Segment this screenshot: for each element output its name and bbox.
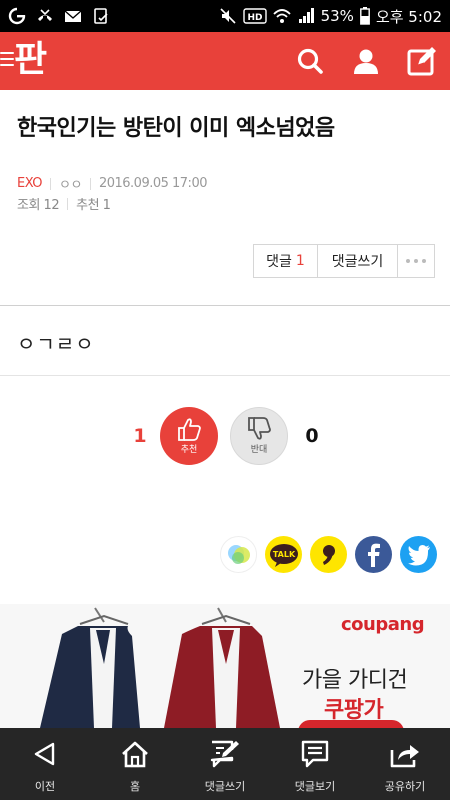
divider bbox=[50, 177, 52, 190]
battery-icon bbox=[360, 7, 370, 25]
share-kakaostory-button[interactable] bbox=[310, 536, 347, 573]
share-twitter-button[interactable] bbox=[400, 536, 437, 573]
more-icon bbox=[406, 259, 426, 263]
share-line-button[interactable] bbox=[220, 536, 257, 573]
home-icon bbox=[119, 738, 151, 770]
post-meta: EXO ㅇㅇ 2016.09.05 17:00 bbox=[17, 174, 207, 193]
status-bar: HD 53% 오후 5:02 bbox=[0, 0, 450, 32]
cardigan-image bbox=[40, 607, 280, 728]
downvote-label: 반대 bbox=[250, 445, 268, 455]
nav-view-comments[interactable]: 댓글보기 bbox=[270, 728, 360, 800]
divider bbox=[0, 375, 450, 376]
app-logo[interactable]: 판 bbox=[14, 38, 47, 82]
post-stats: 조회 12 추천 1 bbox=[17, 194, 111, 213]
clipboard-check-icon bbox=[94, 8, 108, 24]
view-comments-icon bbox=[299, 738, 331, 770]
search-button[interactable] bbox=[293, 44, 327, 78]
write-comment-label: 댓글쓰기 bbox=[331, 254, 384, 270]
share-kakaotalk-button[interactable]: TALK bbox=[265, 536, 302, 573]
hd-label: HD bbox=[247, 13, 262, 23]
nav-write-comment[interactable]: 댓글쓰기 bbox=[180, 728, 270, 800]
signal-icon bbox=[298, 8, 314, 23]
nav-home-label: 홈 bbox=[129, 780, 141, 793]
twitter-icon bbox=[407, 544, 430, 565]
app-header: 판 bbox=[0, 32, 450, 90]
user-icon bbox=[354, 49, 378, 74]
post-body: ㅇㄱㄹㅇ bbox=[17, 332, 95, 356]
upvote-button[interactable]: 추천 bbox=[160, 407, 218, 465]
comments-label: 댓글 bbox=[266, 254, 292, 270]
circles-share-icon bbox=[227, 544, 250, 564]
divider bbox=[89, 177, 91, 190]
wifi-icon bbox=[272, 9, 291, 23]
kakaotalk-icon: TALK bbox=[269, 543, 298, 567]
share-facebook-button[interactable] bbox=[355, 536, 392, 573]
facebook-icon bbox=[367, 543, 380, 567]
talk-label: TALK bbox=[272, 550, 295, 559]
post-author: ㅇㅇ bbox=[59, 178, 82, 193]
comments-count: 1 bbox=[295, 253, 305, 269]
post-date: 2016.09.05 17:00 bbox=[98, 176, 208, 191]
write-comment-button[interactable]: 댓글쓰기 bbox=[318, 245, 398, 277]
profile-button[interactable] bbox=[349, 44, 383, 78]
downvote-button[interactable]: 반대 bbox=[230, 407, 288, 465]
bottom-nav: 이전 홈 댓글쓰기 댓글보기 공유하기 bbox=[0, 728, 450, 800]
ad-banner[interactable]: coupang 가을 가디건 쿠팡가 bbox=[0, 604, 450, 728]
nav-share-label: 공유하기 bbox=[384, 780, 426, 793]
nav-share[interactable]: 공유하기 bbox=[360, 728, 450, 800]
downvote-count: 0 bbox=[305, 425, 319, 447]
ad-cta-button[interactable] bbox=[298, 720, 404, 728]
upvote-label: 추천 bbox=[180, 445, 198, 455]
recommend-count: 추천 1 bbox=[76, 198, 111, 213]
nav-view-comments-label: 댓글보기 bbox=[294, 780, 336, 793]
share-icon bbox=[389, 738, 421, 770]
hd-voice-icon: HD bbox=[242, 8, 267, 24]
divider bbox=[0, 305, 450, 306]
divider bbox=[67, 197, 69, 210]
upvote-count: 1 bbox=[133, 425, 147, 447]
missed-call-icon bbox=[38, 9, 52, 21]
thumbs-down-icon bbox=[248, 417, 271, 440]
kakaostory-icon bbox=[322, 544, 335, 565]
comments-button[interactable]: 댓글 1 bbox=[254, 245, 318, 277]
search-icon bbox=[297, 48, 323, 74]
view-count: 조회 12 bbox=[17, 198, 60, 213]
post-category[interactable]: EXO bbox=[17, 176, 43, 191]
menu-icon[interactable] bbox=[0, 52, 14, 68]
clock: 오후 5:02 bbox=[375, 7, 442, 26]
nav-back[interactable]: 이전 bbox=[0, 728, 90, 800]
write-post-button[interactable] bbox=[405, 44, 439, 78]
nav-home[interactable]: 홈 bbox=[90, 728, 180, 800]
back-icon bbox=[29, 738, 61, 770]
mail-icon bbox=[64, 10, 82, 22]
comment-actions: 댓글 1 댓글쓰기 bbox=[253, 244, 435, 278]
share-row: TALK bbox=[220, 536, 437, 573]
nav-write-comment-label: 댓글쓰기 bbox=[204, 780, 246, 793]
nav-back-label: 이전 bbox=[34, 780, 56, 793]
write-comment-icon bbox=[209, 738, 241, 770]
more-button[interactable] bbox=[398, 245, 434, 277]
screen: HD 53% 오후 5:02 판 한국인기는 방탄이 이미 엑소넘었음 EXO … bbox=[0, 0, 450, 800]
post-title: 한국인기는 방탄이 이미 엑소넘었음 bbox=[17, 116, 335, 141]
ad-headline: 가을 가디건 bbox=[302, 668, 408, 693]
battery-percent: 53% bbox=[320, 7, 354, 25]
thumbs-up-icon bbox=[178, 418, 201, 441]
ad-brand: coupang bbox=[341, 614, 425, 635]
app-notification-icon bbox=[8, 7, 26, 25]
compose-icon bbox=[407, 47, 436, 76]
mute-icon bbox=[220, 8, 236, 24]
